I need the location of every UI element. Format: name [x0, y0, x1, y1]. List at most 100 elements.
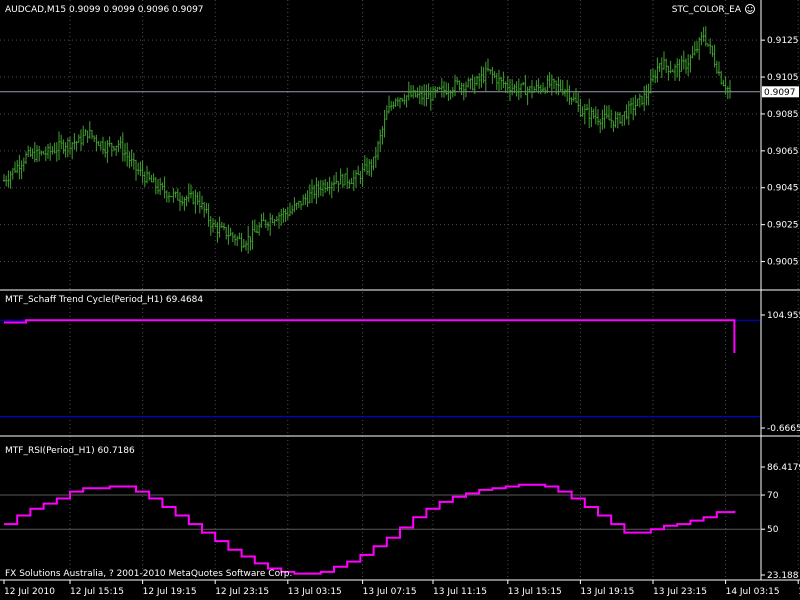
time-label: 12 Jul 23:15: [215, 587, 269, 597]
price-bar: [271, 214, 274, 224]
price-bar: [410, 85, 412, 98]
price-bar: [141, 160, 144, 184]
price-bar: [379, 129, 382, 153]
price-bar: [621, 115, 624, 127]
price-bar: [132, 152, 135, 170]
price-bar: [11, 168, 14, 180]
price-bar: [229, 227, 232, 237]
price-label: 0.9045: [767, 184, 799, 194]
price-bar: [399, 97, 401, 109]
price-bar: [238, 232, 241, 240]
price-bar: [44, 146, 47, 162]
price-bar: [652, 67, 654, 83]
price-bar: [163, 176, 166, 199]
indicator-label: 86.4179: [767, 463, 800, 473]
price-bar: [625, 104, 628, 120]
price-bar: [460, 82, 463, 96]
price-bar: [504, 81, 507, 93]
price-bar: [704, 26, 707, 47]
price-bar: [405, 95, 408, 108]
price-bar: [231, 232, 234, 243]
price-bar: [498, 69, 500, 92]
price-bar: [711, 45, 714, 57]
price-bar: [302, 194, 305, 206]
price-bar: [209, 216, 212, 236]
price-bar: [687, 54, 690, 76]
price-bar: [251, 220, 254, 250]
price-bar: [322, 180, 324, 197]
price-bar: [377, 140, 379, 160]
price-bar: [478, 73, 481, 89]
price-bar: [86, 130, 89, 143]
price-bar: [632, 97, 635, 121]
price-bar: [297, 200, 300, 209]
price-bar: [720, 70, 723, 85]
price-bar: [317, 180, 320, 198]
price-bar: [561, 79, 564, 96]
price-bar: [97, 140, 100, 147]
price-bars: [3, 26, 731, 254]
price-bar: [269, 212, 272, 236]
price-bar: [253, 219, 256, 233]
chart-window[interactable]: 12 Jul 2010 12 Jul 15:15 12 Jul 19:15 12 Ju…: [0, 0, 800, 600]
price-bar: [308, 184, 311, 204]
price-bar: [113, 146, 115, 152]
price-bar: [421, 85, 423, 105]
price-bar: [315, 177, 318, 205]
price-bar: [550, 74, 553, 96]
price-bar: [146, 165, 148, 184]
price-bar: [458, 80, 461, 91]
price-bar: [33, 141, 36, 163]
price-bar: [425, 84, 428, 107]
price-bar: [275, 216, 278, 222]
expert-name[interactable]: STC_COLOR_EA: [672, 5, 742, 15]
time-label: 13 Jul 15:15: [508, 587, 562, 597]
price-bar: [553, 78, 555, 90]
price-bar: [84, 129, 87, 136]
price-bar: [16, 159, 19, 174]
price-bar: [445, 82, 448, 96]
price-bar: [14, 161, 16, 174]
price-bar: [729, 79, 731, 99]
time-label: 13 Jul 11:15: [433, 587, 487, 597]
price-bar: [726, 86, 729, 100]
price-bar: [559, 79, 562, 93]
price-bar: [456, 77, 459, 85]
price-bar: [630, 97, 632, 115]
price-bar: [623, 111, 626, 126]
price-bar: [69, 136, 71, 155]
price-bar: [124, 143, 126, 162]
price-bar: [383, 109, 386, 138]
price-bar: [566, 79, 569, 102]
price-bar: [337, 180, 340, 193]
smiley-icon[interactable]: [745, 4, 755, 14]
price-bar: [335, 172, 338, 185]
price-bar: [590, 107, 593, 128]
price-bar: [102, 136, 104, 155]
price-bar: [603, 104, 606, 129]
price-bar: [685, 58, 687, 74]
price-bar: [161, 182, 164, 191]
price-bar: [660, 57, 663, 78]
price-bar: [638, 93, 641, 108]
price-bar: [645, 84, 648, 106]
price-bar: [656, 57, 659, 83]
price-bar: [344, 173, 346, 186]
price-bar: [106, 140, 109, 163]
price-bar: [47, 144, 49, 159]
price-bar: [667, 65, 670, 81]
price-bar: [443, 81, 445, 98]
rsi-legend: MTF_RSI(Period_H1) 60.7186: [5, 446, 135, 456]
price-bar: [414, 90, 417, 98]
price-bar: [168, 191, 170, 203]
price-bar: [236, 235, 239, 247]
price-bar: [575, 87, 577, 103]
price-bar: [99, 141, 102, 151]
price-bar: [240, 232, 243, 252]
copyright-text: FX Solutions Australia, ? 2001-2010 Meta…: [5, 569, 292, 579]
price-bar: [80, 129, 82, 151]
price-bar: [526, 86, 529, 106]
price-bar: [130, 149, 133, 167]
price-bar: [346, 167, 349, 190]
price-bar: [647, 83, 650, 106]
